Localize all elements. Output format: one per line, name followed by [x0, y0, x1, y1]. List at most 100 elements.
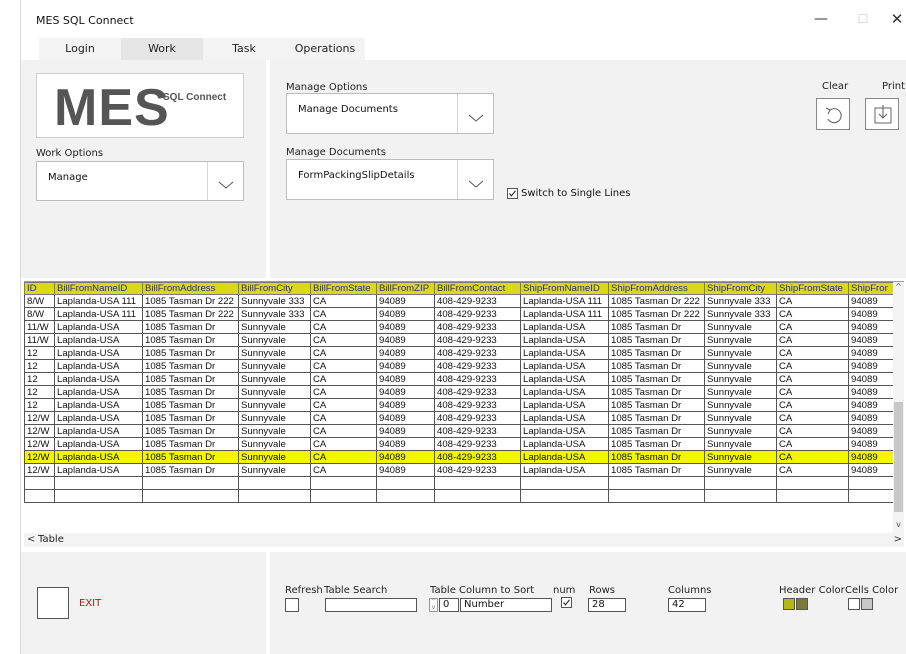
table-cell[interactable]: Laplanda-USA: [520, 398, 609, 412]
table-cell[interactable]: 12: [24, 359, 55, 373]
column-header[interactable]: BillFromNameID: [54, 282, 143, 295]
tab-work[interactable]: Work: [121, 38, 203, 60]
scroll-right-icon[interactable]: >: [894, 534, 902, 545]
table-cell[interactable]: Sunnyvale: [704, 372, 777, 386]
column-header[interactable]: BillFromContact: [434, 282, 521, 295]
table-cell[interactable]: [704, 489, 777, 503]
table-cell[interactable]: 1085 Tasman Dr: [142, 385, 239, 399]
table-cell[interactable]: Sunnyvale 333: [238, 307, 311, 321]
table-cell[interactable]: CA: [310, 320, 377, 334]
table-cell[interactable]: 94089: [376, 463, 435, 477]
column-header[interactable]: BillFromZIP: [376, 282, 435, 295]
table-cell[interactable]: CA: [310, 372, 377, 386]
table-cell[interactable]: 1085 Tasman Dr: [608, 463, 705, 477]
table-cell[interactable]: Laplanda-USA: [54, 424, 143, 438]
table-cell[interactable]: 94089: [376, 320, 435, 334]
horizontal-scrollbar[interactable]: < Table >: [24, 533, 904, 547]
exit-button[interactable]: [37, 587, 69, 619]
table-cell[interactable]: 1085 Tasman Dr: [142, 320, 239, 334]
header-color-swatch[interactable]: [796, 598, 808, 610]
table-cell[interactable]: Laplanda-USA: [520, 372, 609, 386]
table-cell[interactable]: [376, 476, 435, 490]
table-cell[interactable]: Sunnyvale: [704, 320, 777, 334]
scroll-thumb[interactable]: [894, 402, 903, 512]
table-cell[interactable]: Sunnyvale: [704, 346, 777, 360]
scroll-down-icon[interactable]: v: [893, 520, 904, 532]
table-row[interactable]: 12 Laplanda-USA 1085 Tasman Dr Sunnyvale CA 9…: [24, 398, 895, 412]
sort-column-field[interactable]: Number: [460, 598, 552, 612]
table-cell[interactable]: Sunnyvale: [704, 437, 777, 451]
chevron-down-icon[interactable]: [457, 94, 493, 133]
table-cell[interactable]: Laplanda-USA: [54, 450, 143, 464]
table-cell[interactable]: 1085 Tasman Dr: [142, 411, 239, 425]
table-row[interactable]: 12/W Laplanda-USA 1085 Tasman Dr Sunnyvale C…: [24, 411, 895, 425]
data-table[interactable]: ID BillFromNameID BillFromAddress BillFr…: [24, 282, 895, 503]
sort-index-field[interactable]: 0: [439, 598, 459, 612]
table-cell[interactable]: 94089: [848, 294, 895, 308]
manage-options-dropdown[interactable]: Manage Documents: [286, 93, 494, 134]
single-lines-checkbox[interactable]: [507, 188, 518, 199]
table-cell[interactable]: 408-429-9233: [434, 463, 521, 477]
table-cell[interactable]: CA: [776, 372, 849, 386]
table-cell[interactable]: 94089: [848, 463, 895, 477]
table-cell[interactable]: 94089: [848, 411, 895, 425]
table-cell[interactable]: 94089: [376, 333, 435, 347]
table-cell[interactable]: 1085 Tasman Dr: [608, 450, 705, 464]
table-row[interactable]: 12/W Laplanda-USA 1085 Tasman Dr Sunnyvale C…: [24, 437, 895, 451]
table-cell[interactable]: 94089: [848, 346, 895, 360]
rows-field[interactable]: 28: [588, 598, 626, 612]
table-cell[interactable]: CA: [776, 333, 849, 347]
table-cell[interactable]: 1085 Tasman Dr: [608, 333, 705, 347]
table-cell[interactable]: [310, 489, 377, 503]
table-cell[interactable]: 94089: [376, 346, 435, 360]
table-cell[interactable]: Sunnyvale: [238, 463, 311, 477]
table-cell[interactable]: 11/W: [24, 333, 55, 347]
table-cell[interactable]: Sunnyvale: [238, 437, 311, 451]
table-cell[interactable]: 1085 Tasman Dr: [608, 437, 705, 451]
column-header[interactable]: ShipFromAddress: [608, 282, 705, 295]
table-cell[interactable]: CA: [776, 437, 849, 451]
table-cell[interactable]: 1085 Tasman Dr: [142, 359, 239, 373]
column-header[interactable]: BillFromState: [310, 282, 377, 295]
table-cell[interactable]: 408-429-9233: [434, 333, 521, 347]
table-cell[interactable]: Laplanda-USA: [520, 424, 609, 438]
table-cell[interactable]: Sunnyvale 333: [238, 294, 311, 308]
table-cell[interactable]: [54, 489, 143, 503]
table-cell[interactable]: Laplanda-USA: [520, 463, 609, 477]
data-grid[interactable]: ID BillFromNameID BillFromAddress BillFr…: [24, 281, 904, 533]
table-cell[interactable]: 12: [24, 398, 55, 412]
table-cell[interactable]: 408-429-9233: [434, 359, 521, 373]
table-cell[interactable]: Laplanda-USA: [520, 359, 609, 373]
table-cell[interactable]: 8/W: [24, 294, 55, 308]
table-cell[interactable]: 94089: [848, 333, 895, 347]
table-cell[interactable]: Sunnyvale: [704, 333, 777, 347]
table-cell[interactable]: Laplanda-USA 111: [54, 294, 143, 308]
table-cell[interactable]: Laplanda-USA: [520, 346, 609, 360]
table-cell[interactable]: 94089: [848, 398, 895, 412]
tab-operations[interactable]: Operations: [285, 38, 365, 60]
table-cell[interactable]: CA: [776, 463, 849, 477]
table-cell[interactable]: 408-429-9233: [434, 346, 521, 360]
table-cell[interactable]: Sunnyvale: [238, 450, 311, 464]
table-cell[interactable]: [434, 489, 521, 503]
table-row[interactable]: 12 Laplanda-USA 1085 Tasman Dr Sunnyvale CA 9…: [24, 359, 895, 373]
table-cell[interactable]: Sunnyvale: [704, 359, 777, 373]
chevron-down-icon[interactable]: [207, 162, 243, 200]
table-cell[interactable]: 94089: [848, 320, 895, 334]
table-cell[interactable]: 408-429-9233: [434, 372, 521, 386]
table-cell[interactable]: 12/W: [24, 437, 55, 451]
table-cell[interactable]: CA: [310, 424, 377, 438]
vertical-scrollbar[interactable]: ^ v: [893, 282, 904, 533]
table-cell[interactable]: CA: [776, 346, 849, 360]
refresh-button[interactable]: [285, 598, 299, 612]
table-cell[interactable]: [54, 476, 143, 490]
table-cell[interactable]: 408-429-9233: [434, 450, 521, 464]
column-header[interactable]: ShipFror: [848, 282, 895, 295]
table-search-input[interactable]: [325, 598, 417, 612]
table-cell[interactable]: Sunnyvale: [238, 359, 311, 373]
sort-spinner[interactable]: ^ v: [429, 598, 438, 612]
table-row[interactable]: 12/W Laplanda-USA 1085 Tasman Dr Sunnyvale C…: [24, 424, 895, 438]
table-cell[interactable]: 94089: [376, 359, 435, 373]
tab-login[interactable]: Login: [39, 38, 121, 60]
tab-task[interactable]: Task: [203, 38, 285, 60]
